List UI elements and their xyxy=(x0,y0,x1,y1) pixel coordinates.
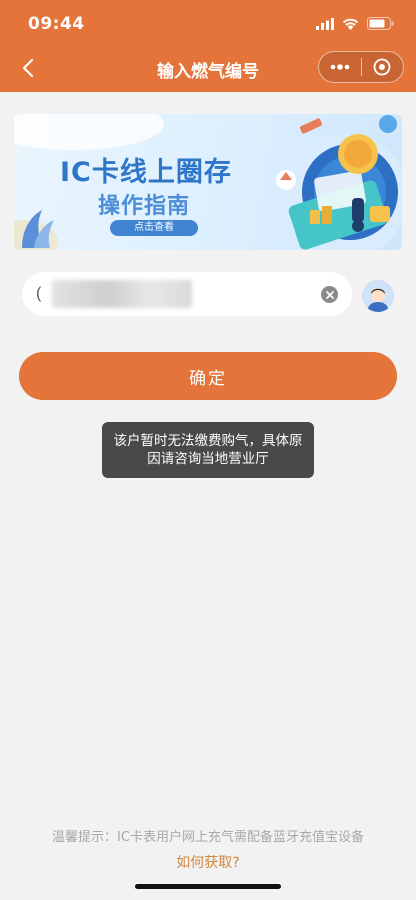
clear-input-button[interactable] xyxy=(321,286,338,303)
user-avatar-icon xyxy=(362,280,394,312)
footer-tip: 温馨提示：IC卡表用户网上充气需配备蓝牙充值宝设备 xyxy=(52,830,364,845)
banner-view-button[interactable]: 点击查看 xyxy=(110,220,198,236)
redacted-number-mask xyxy=(52,280,192,308)
status-icons xyxy=(316,15,394,34)
close-icon xyxy=(325,290,334,299)
more-button[interactable] xyxy=(319,52,361,82)
status-bar: 09:44 xyxy=(0,0,416,46)
status-time: 09:44 xyxy=(28,14,85,34)
close-mini-program-button[interactable] xyxy=(362,52,404,82)
ic-card-guide-banner[interactable]: IC卡线上圈存 操作指南 点击查看 xyxy=(14,114,402,250)
mini-program-capsule xyxy=(318,51,404,83)
banner-subtitle: 操作指南 xyxy=(98,194,191,219)
header-bar: 09:44 输入燃气编号 xyxy=(0,0,416,92)
home-indicator xyxy=(135,884,281,889)
signal-icon xyxy=(316,15,334,34)
how-to-obtain-link[interactable]: 如何获取? xyxy=(0,852,416,872)
confirm-button[interactable]: 确定 xyxy=(19,352,397,400)
banner-title: IC卡线上圈存 xyxy=(60,157,232,188)
battery-icon xyxy=(367,15,394,34)
more-dots-icon xyxy=(330,64,350,70)
nav-bar: 输入燃气编号 xyxy=(0,46,416,90)
target-icon xyxy=(373,58,391,76)
error-toast: 该户暂时无法缴费购气，具体原因请咨询当地营业厅 xyxy=(102,422,314,478)
user-avatar[interactable] xyxy=(362,280,394,312)
gas-number-field xyxy=(22,272,352,316)
wifi-icon xyxy=(342,15,359,34)
